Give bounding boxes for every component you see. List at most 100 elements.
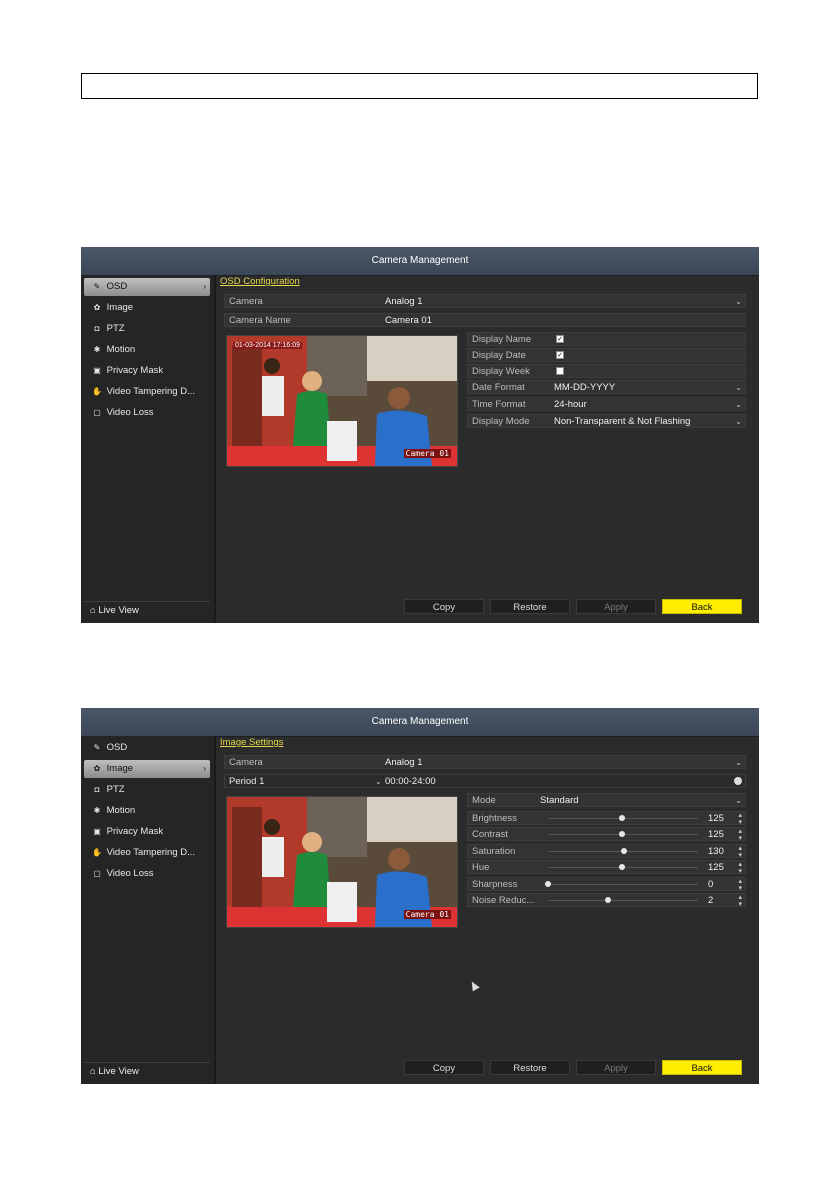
date-format-select[interactable]: Date Format MM-DD-YYYY ⌄: [467, 380, 746, 394]
sidebar-item-label: OSD: [106, 281, 128, 292]
date-format-label: Date Format: [472, 382, 525, 393]
brightness-slider-row: Brightness 125 ▴ ▾: [467, 811, 746, 826]
sidebar-item-video-tampering[interactable]: ✋ Video Tampering D...: [84, 844, 210, 862]
back-button[interactable]: Back: [662, 1060, 742, 1075]
slider-label: Contrast: [472, 829, 508, 840]
osd-configuration-screen: Camera Management ✎ OSD › ✿ Image ◘ PTZ …: [81, 247, 759, 623]
slider-value[interactable]: 125: [708, 828, 724, 842]
window-title: Camera Management: [81, 708, 759, 737]
restore-button[interactable]: Restore: [490, 599, 570, 614]
sidebar-item-label: Video Tampering D...: [106, 847, 196, 858]
sidebar-item-osd[interactable]: ✎ OSD ›: [84, 278, 210, 296]
sidebar-item-osd[interactable]: ✎ OSD: [84, 739, 210, 757]
window-title: Camera Management: [81, 247, 759, 276]
mode-select[interactable]: Mode Standard ⌄: [467, 793, 746, 807]
video-loss-icon: ▢: [93, 408, 101, 417]
slider-value[interactable]: 130: [708, 845, 724, 859]
camera-select[interactable]: Camera Analog 1 ⌄: [224, 755, 746, 769]
display-mode-value: Non-Transparent & Not Flashing: [554, 416, 691, 427]
chevron-down-icon: ⌄: [735, 383, 742, 392]
sidebar-item-label: Video Loss: [106, 407, 154, 418]
sidebar-item-image[interactable]: ✿ Image ›: [84, 760, 210, 778]
sidebar-item-ptz[interactable]: ◘ PTZ: [84, 320, 210, 338]
chevron-down-icon: ⌄: [735, 417, 742, 426]
tampering-icon: ✋: [92, 848, 102, 857]
header-box: [81, 73, 758, 99]
chevron-down-icon: ⌄: [735, 400, 742, 409]
stepper-icon[interactable]: ▴ ▾: [738, 861, 742, 875]
time-format-select[interactable]: Time Format 24-hour ⌄: [467, 397, 746, 411]
back-button[interactable]: Back: [662, 599, 742, 614]
image-icon: ✿: [93, 303, 101, 312]
sidebar-item-ptz[interactable]: ◘ PTZ: [84, 781, 210, 799]
sidebar-item-privacy-mask[interactable]: ▣ Privacy Mask: [84, 362, 210, 380]
stepper-icon[interactable]: ▴ ▾: [738, 828, 742, 842]
display-name-checkbox[interactable]: ✓: [556, 335, 564, 343]
sidebar: ✎ OSD › ✿ Image ◘ PTZ ✱ Motion ▣ Privacy…: [81, 275, 216, 623]
apply-button[interactable]: Apply: [576, 599, 656, 614]
contrast-slider-row: Contrast 125 ▴ ▾: [467, 827, 746, 842]
copy-button[interactable]: Copy: [404, 599, 484, 614]
restore-button[interactable]: Restore: [490, 1060, 570, 1075]
display-week-label: Display Week: [472, 366, 530, 377]
camera-preview: 01-03-2014 17:16:09 Camera 01: [226, 335, 458, 467]
mode-label: Mode: [472, 795, 496, 806]
slider-value[interactable]: 0: [708, 878, 713, 892]
stepper-icon[interactable]: ▴ ▾: [738, 845, 742, 859]
slider-knob[interactable]: [618, 815, 625, 821]
camera-select[interactable]: Camera Analog 1 ⌄: [224, 294, 746, 308]
sidebar-item-video-loss[interactable]: ▢ Video Loss: [84, 404, 210, 422]
ptz-icon: ◘: [94, 324, 100, 333]
image-icon: ✿: [93, 764, 101, 773]
stepper-icon[interactable]: ▴ ▾: [738, 878, 742, 892]
sidebar-item-privacy-mask[interactable]: ▣ Privacy Mask: [84, 823, 210, 841]
camera-name-field[interactable]: Camera Name Camera 01: [224, 313, 746, 327]
slider-track[interactable]: [548, 900, 698, 901]
slider-label: Saturation: [472, 846, 516, 857]
display-mode-select[interactable]: Display Mode Non-Transparent & Not Flash…: [467, 414, 746, 428]
period-value: 00:00-24:00: [385, 776, 436, 787]
mode-value: Standard: [540, 795, 579, 806]
stepper-icon[interactable]: ▴ ▾: [738, 894, 742, 908]
sidebar-item-label: PTZ: [106, 784, 125, 795]
clock-icon[interactable]: [734, 777, 742, 785]
period-row[interactable]: Period 1 ⌄ 00:00-24:00: [224, 774, 746, 788]
sidebar-item-label: Video Tampering D...: [106, 386, 196, 397]
motion-icon: ✱: [93, 345, 101, 354]
sidebar-item-label: Image: [106, 302, 134, 313]
sidebar-item-image[interactable]: ✿ Image: [84, 299, 210, 317]
ptz-icon: ◘: [94, 785, 100, 794]
section-title: OSD Configuration: [220, 276, 300, 287]
sidebar-item-motion[interactable]: ✱ Motion: [84, 341, 210, 359]
chevron-down-icon: ⌄: [735, 758, 742, 767]
button-bar: Copy Restore Apply Back: [81, 1060, 759, 1076]
display-date-checkbox[interactable]: ✓: [556, 351, 564, 359]
camera-label: Camera: [229, 757, 263, 768]
copy-button[interactable]: Copy: [404, 1060, 484, 1075]
slider-knob[interactable]: [618, 831, 625, 837]
time-format-label: Time Format: [472, 399, 526, 410]
chevron-right-icon: ›: [203, 282, 206, 291]
sidebar-item-video-loss[interactable]: ▢ Video Loss: [84, 865, 210, 883]
camera-label: Camera: [229, 296, 263, 307]
stepper-icon[interactable]: ▴ ▾: [738, 812, 742, 826]
slider-knob[interactable]: [618, 864, 625, 870]
slider-value[interactable]: 125: [708, 861, 724, 875]
osd-icon: ✎: [93, 743, 101, 752]
camera-name-label: Camera Name: [229, 315, 291, 326]
sidebar-item-label: OSD: [106, 742, 128, 753]
tampering-icon: ✋: [92, 387, 102, 396]
sidebar-item-video-tampering[interactable]: ✋ Video Tampering D...: [84, 383, 210, 401]
slider-track[interactable]: [548, 884, 698, 885]
sidebar-item-motion[interactable]: ✱ Motion: [84, 802, 210, 820]
apply-button[interactable]: Apply: [576, 1060, 656, 1075]
slider-value[interactable]: 2: [708, 894, 713, 908]
noise-reduction-slider-row: Noise Reduc... 2 ▴ ▾: [467, 893, 746, 908]
slider-knob[interactable]: [621, 848, 628, 854]
slider-knob[interactable]: [605, 897, 611, 903]
display-week-checkbox[interactable]: [556, 367, 564, 375]
osd-camera-name: Camera 01: [403, 449, 451, 458]
slider-knob[interactable]: [545, 881, 551, 887]
button-bar: Copy Restore Apply Back: [81, 599, 759, 615]
slider-value[interactable]: 125: [708, 812, 724, 826]
